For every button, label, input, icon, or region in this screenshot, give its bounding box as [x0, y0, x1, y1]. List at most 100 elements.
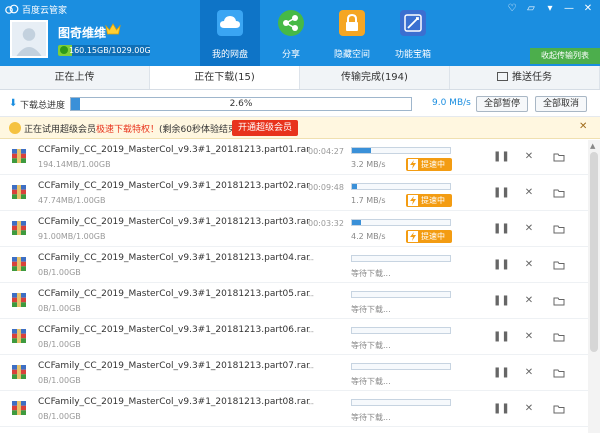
download-row[interactable]: CCFamily_CC_2019_MasterCol_v9.3#1_201812…: [0, 140, 588, 175]
file-name: CCFamily_CC_2019_MasterCol_v9.3#1_201812…: [38, 217, 310, 227]
accelerating-label: 提速中: [421, 232, 445, 241]
accelerating-label: 提速中: [421, 160, 445, 169]
overall-progress-row: ⬇ 下载总进度 2.6% 9.0 MB/s 全部暂停 全部取消: [0, 91, 600, 117]
bell-icon[interactable]: ♡: [504, 2, 520, 16]
time-remaining: 00:03:32: [308, 219, 344, 228]
skin-icon[interactable]: ▱: [523, 2, 539, 16]
tab-downloading[interactable]: 正在下载(15): [150, 66, 300, 89]
nav-label: 功能宝箱: [394, 50, 431, 60]
file-size: 0B/1.00GB: [38, 340, 81, 349]
download-arrow-icon: ⬇: [9, 98, 18, 109]
file-name: CCFamily_CC_2019_MasterCol_v9.3#1_201812…: [38, 253, 310, 263]
menu-icon[interactable]: ▾: [542, 2, 558, 16]
window-controls: ♡ ▱ ▾ — ✕: [504, 2, 596, 16]
folder-icon[interactable]: [553, 331, 565, 343]
pause-icon[interactable]: ❚❚: [493, 187, 510, 199]
delete-icon[interactable]: ✕: [523, 259, 535, 271]
accelerating-label: 提速中: [421, 196, 445, 205]
file-progress-fill: [352, 148, 371, 153]
pause-icon[interactable]: ❚❚: [493, 367, 510, 379]
cancel-all-button[interactable]: 全部取消: [535, 96, 587, 112]
lightning-icon: [408, 231, 418, 242]
delete-icon[interactable]: ✕: [523, 367, 535, 379]
tab-push-tasks[interactable]: 推送任务: [450, 66, 600, 89]
download-row[interactable]: CCFamily_CC_2019_MasterCol_v9.3#1_201812…: [0, 284, 588, 319]
rar-archive-icon: [12, 365, 26, 379]
rar-archive-icon: [12, 329, 26, 343]
download-speed: 等待下载...: [351, 341, 391, 350]
folder-icon[interactable]: [553, 367, 565, 379]
nav-hidden-space[interactable]: 隐藏空间: [322, 0, 382, 66]
download-row[interactable]: CCFamily_CC_2019_MasterCol_v9.3#1_201812…: [0, 356, 588, 391]
file-name: CCFamily_CC_2019_MasterCol_v9.3#1_201812…: [38, 397, 310, 407]
delete-icon[interactable]: ✕: [523, 151, 535, 163]
pause-all-button[interactable]: 全部暂停: [476, 96, 528, 112]
delete-icon[interactable]: ✕: [523, 331, 535, 343]
download-speed: 等待下载...: [351, 413, 391, 422]
nav-label: 隐藏空间: [333, 50, 370, 60]
file-size: 0B/1.00GB: [38, 412, 81, 421]
tab-uploading[interactable]: 正在上传: [0, 66, 150, 89]
nav-toolbox[interactable]: 功能宝箱: [383, 0, 443, 66]
time-remaining: 00:09:48: [308, 183, 344, 192]
file-progress-bar: [351, 183, 451, 190]
scroll-up-icon[interactable]: ▲: [590, 142, 595, 150]
header: 百度云管家 ♡ ▱ ▾ — ✕ 图奇维维 160.15GB/1029.00GB …: [0, 0, 600, 66]
delete-icon[interactable]: ✕: [523, 403, 535, 415]
close-icon[interactable]: ✕: [579, 121, 587, 132]
folder-icon[interactable]: [553, 187, 565, 199]
file-progress-bar: [351, 399, 451, 406]
folder-icon[interactable]: [553, 223, 565, 235]
file-progress-fill: [352, 184, 357, 189]
folder-icon[interactable]: [553, 403, 565, 415]
overall-progress-label: 下载总进度: [20, 101, 66, 111]
nav-my-disk[interactable]: 我的网盘: [200, 0, 260, 66]
file-size: 0B/1.00GB: [38, 304, 81, 313]
pause-icon[interactable]: ❚❚: [493, 151, 510, 163]
time-remaining: --: [308, 363, 314, 372]
folder-icon[interactable]: [553, 259, 565, 271]
folder-icon[interactable]: [553, 295, 565, 307]
file-progress-bar: [351, 291, 451, 298]
download-speed: 等待下载...: [351, 269, 391, 278]
rar-archive-icon: [12, 257, 26, 271]
minimize-icon[interactable]: —: [561, 2, 577, 16]
avatar[interactable]: [10, 20, 48, 58]
file-size: 91.00MB/1.00GB: [38, 232, 106, 241]
scrollbar[interactable]: ▲: [588, 140, 600, 433]
download-row[interactable]: CCFamily_CC_2019_MasterCol_v9.3#1_201812…: [0, 248, 588, 283]
nav-share[interactable]: 分享: [261, 0, 321, 66]
pause-icon[interactable]: ❚❚: [493, 295, 510, 307]
scroll-thumb[interactable]: [590, 152, 598, 352]
delete-icon[interactable]: ✕: [523, 223, 535, 235]
rar-archive-icon: [12, 185, 26, 199]
rar-archive-icon: [12, 293, 26, 307]
download-speed: 4.2 MB/s: [351, 232, 386, 241]
lightning-icon: [408, 195, 418, 206]
tab-label: 正在下载(15): [194, 72, 255, 83]
lock-icon: [339, 10, 365, 36]
delete-icon[interactable]: ✕: [523, 295, 535, 307]
delete-icon[interactable]: ✕: [523, 187, 535, 199]
download-row[interactable]: CCFamily_CC_2019_MasterCol_v9.3#1_201812…: [0, 176, 588, 211]
collapse-transfer-list-button[interactable]: 收起传输列表: [530, 48, 600, 64]
download-row[interactable]: CCFamily_CC_2019_MasterCol_v9.3#1_201812…: [0, 212, 588, 247]
folder-icon[interactable]: [553, 151, 565, 163]
download-speed: 3.2 MB/s: [351, 160, 386, 169]
pause-icon[interactable]: ❚❚: [493, 331, 510, 343]
file-name: CCFamily_CC_2019_MasterCol_v9.3#1_201812…: [38, 289, 310, 299]
open-super-vip-button[interactable]: 开通超级会员: [232, 120, 298, 136]
nav-label: 分享: [281, 50, 300, 60]
close-icon[interactable]: ✕: [580, 2, 596, 16]
overall-speed: 9.0 MB/s: [432, 98, 471, 108]
smile-icon: [9, 122, 21, 134]
download-row[interactable]: CCFamily_CC_2019_MasterCol_v9.3#1_201812…: [0, 320, 588, 355]
pause-icon[interactable]: ❚❚: [493, 223, 510, 235]
username[interactable]: 图奇维维: [58, 24, 106, 41]
file-progress-bar: [351, 255, 451, 262]
download-list: CCFamily_CC_2019_MasterCol_v9.3#1_201812…: [0, 140, 588, 433]
pause-icon[interactable]: ❚❚: [493, 403, 510, 415]
pause-icon[interactable]: ❚❚: [493, 259, 510, 271]
tab-completed[interactable]: 传输完成(194): [300, 66, 450, 89]
download-row[interactable]: CCFamily_CC_2019_MasterCol_v9.3#1_201812…: [0, 392, 588, 427]
